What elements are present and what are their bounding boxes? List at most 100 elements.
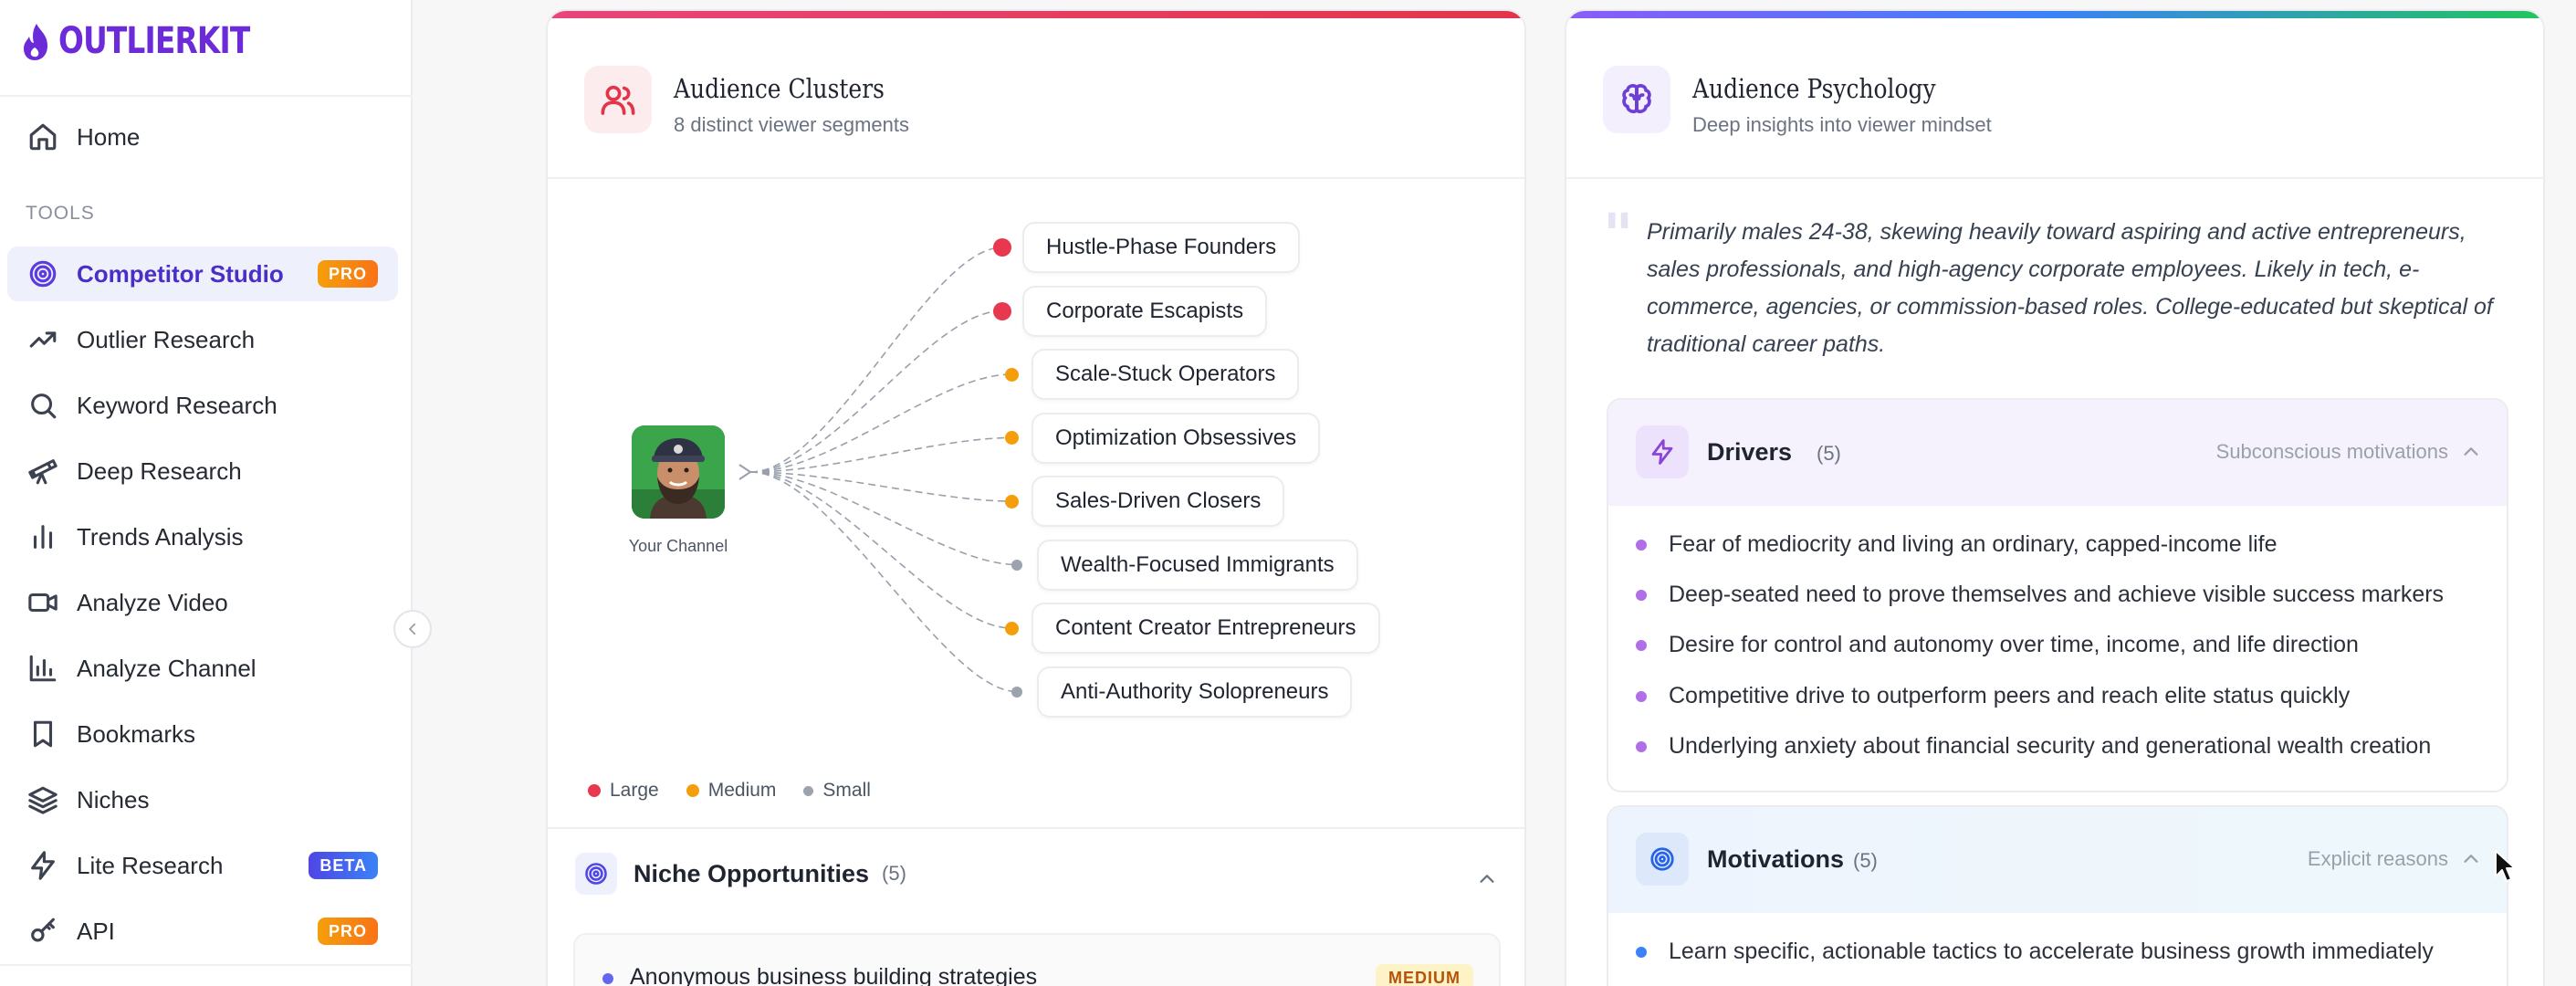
connector-line bbox=[749, 471, 1018, 693]
target-icon bbox=[1636, 833, 1689, 886]
segment-size-dot bbox=[993, 238, 1011, 257]
section-divider bbox=[548, 827, 1524, 829]
niche-opportunities-title: Niche Opportunities bbox=[634, 859, 870, 887]
connector-line bbox=[749, 471, 1012, 502]
logo[interactable]: OUTLIERKIT bbox=[20, 20, 291, 62]
sidebar-item-label: Analyze Channel bbox=[77, 654, 257, 682]
driver-item: Deep-seated need to prove themselves and… bbox=[1636, 582, 2444, 608]
sidebar-item-competitor-studio[interactable]: Competitor Studio PRO bbox=[7, 246, 398, 301]
connector-line bbox=[749, 471, 1012, 629]
segment-size-dot bbox=[1004, 431, 1019, 445]
legend-small: Small bbox=[803, 780, 871, 802]
sidebar-item-label: Competitor Studio bbox=[77, 259, 284, 288]
segment-pill[interactable]: Corporate Escapists bbox=[1022, 285, 1268, 337]
sidebar-item-home[interactable]: Home bbox=[7, 110, 398, 164]
segment-pill[interactable]: Content Creator Entrepreneurs bbox=[1031, 603, 1380, 654]
audience-clusters-card: Audience Clusters 8 distinct viewer segm… bbox=[546, 9, 1526, 986]
card-title: Audience Psychology bbox=[1692, 73, 1936, 104]
sidebar-item-label: Analyze Video bbox=[77, 588, 228, 616]
segment-size-dot bbox=[1004, 494, 1019, 509]
sidebar-item-label: Bookmarks bbox=[77, 719, 196, 748]
bar-chart-icon bbox=[27, 521, 58, 552]
sidebar-item-label: Deep Research bbox=[77, 456, 242, 485]
sidebar-item-trends-analysis[interactable]: Trends Analysis bbox=[7, 509, 398, 564]
channel-chart-icon bbox=[27, 653, 58, 684]
beta-badge: BETA bbox=[309, 852, 378, 879]
home-icon bbox=[27, 121, 58, 152]
pro-badge: PRO bbox=[317, 918, 378, 945]
sidebar-item-label: Home bbox=[77, 122, 141, 151]
sidebar-item-label: Outlier Research bbox=[77, 325, 256, 353]
motivations-section: Motivations (5) Explicit reasons Learn s… bbox=[1607, 805, 2508, 986]
zap-icon bbox=[1636, 425, 1689, 478]
sidebar-item-lite-research[interactable]: Lite Research BETA bbox=[7, 838, 398, 893]
sidebar-item-label: Keyword Research bbox=[77, 391, 277, 419]
segment-size-dot bbox=[1004, 621, 1019, 635]
driver-item-text: Underlying anxiety about financial secur… bbox=[1669, 733, 2432, 759]
drivers-hint: Subconscious motivations bbox=[2215, 440, 2448, 463]
pro-badge: PRO bbox=[317, 260, 378, 288]
size-legend: Large Medium Small bbox=[588, 780, 871, 802]
connector-line bbox=[749, 246, 1003, 473]
video-icon bbox=[27, 587, 58, 618]
sidebar-item-deep-research[interactable]: Deep Research bbox=[7, 444, 398, 498]
sidebar-item-bookmarks[interactable]: Bookmarks bbox=[7, 707, 398, 761]
segment-pill[interactable]: Wealth-Focused Immigrants bbox=[1037, 539, 1358, 591]
legend-medium: Medium bbox=[686, 780, 777, 802]
search-icon bbox=[27, 390, 58, 421]
target-icon bbox=[27, 258, 58, 289]
segment-pill[interactable]: Sales-Driven Closers bbox=[1031, 476, 1285, 527]
segment-pill[interactable]: Hustle-Phase Founders bbox=[1022, 222, 1301, 273]
segment-size-dot bbox=[1004, 367, 1019, 382]
legend-medium-label: Medium bbox=[707, 780, 777, 801]
card-subtitle: Deep insights into viewer mindset bbox=[1692, 113, 1992, 136]
sidebar-footer-divider bbox=[0, 964, 413, 966]
niche-opportunities-toggle[interactable]: Niche Opportunities (5) bbox=[575, 853, 906, 895]
niche-opportunities-count: (5) bbox=[882, 862, 906, 885]
layers-icon bbox=[27, 784, 58, 815]
sidebar-item-label: API bbox=[77, 917, 115, 945]
segment-pill[interactable]: Optimization Obsessives bbox=[1031, 412, 1321, 464]
driver-item-text: Fear of mediocrity and living an ordinar… bbox=[1669, 531, 2278, 557]
motivations-hint: Explicit reasons bbox=[2307, 847, 2448, 870]
channel-avatar[interactable] bbox=[632, 425, 725, 519]
key-icon bbox=[27, 916, 58, 947]
bullet-dot bbox=[1636, 946, 1647, 958]
segment-size-dot bbox=[1011, 686, 1022, 698]
segment-pill[interactable]: Anti-Authority Solopreneurs bbox=[1037, 666, 1353, 718]
niche-level-badge: MEDIUM bbox=[1376, 964, 1473, 986]
sidebar-item-analyze-video[interactable]: Analyze Video bbox=[7, 575, 398, 630]
driver-item-text: Deep-seated need to prove themselves and… bbox=[1669, 582, 2445, 607]
legend-medium-dot bbox=[686, 784, 699, 797]
sidebar-item-outlier-research[interactable]: Outlier Research bbox=[7, 312, 398, 367]
chevron-up-icon[interactable] bbox=[1477, 869, 1497, 889]
target-icon bbox=[575, 853, 617, 895]
sidebar-item-keyword-research[interactable]: Keyword Research bbox=[7, 378, 398, 433]
collapse-sidebar-button[interactable] bbox=[393, 610, 432, 648]
trending-up-icon bbox=[27, 324, 58, 355]
niche-item-label: Anonymous business building strategies bbox=[630, 964, 1038, 986]
sidebar-item-analyze-channel[interactable]: Analyze Channel bbox=[7, 641, 398, 696]
legend-large-dot bbox=[588, 784, 601, 797]
bullet-dot bbox=[1636, 740, 1647, 752]
motivations-header-toggle[interactable]: Motivations (5) Explicit reasons bbox=[1608, 807, 2507, 913]
brain-icon bbox=[1603, 66, 1670, 133]
sidebar-item-label: Trends Analysis bbox=[77, 522, 244, 551]
driver-item: Underlying anxiety about financial secur… bbox=[1636, 733, 2431, 760]
your-channel-label: Your Channel bbox=[628, 537, 728, 555]
legend-large-label: Large bbox=[610, 780, 659, 801]
legend-large: Large bbox=[588, 780, 659, 802]
audience-summary-quote: Primarily males 24-38, skewing heavily t… bbox=[1647, 219, 2493, 357]
drivers-header-toggle[interactable]: Drivers (5) Subconscious motivations bbox=[1608, 400, 2507, 506]
sidebar-item-niches[interactable]: Niches bbox=[7, 772, 398, 827]
zap-icon bbox=[27, 850, 58, 881]
sidebar-item-label: Niches bbox=[77, 785, 150, 813]
quote-mark-icon: " bbox=[1603, 201, 1634, 269]
connector-line bbox=[749, 436, 1012, 473]
niche-item[interactable]: Anonymous business building strategies M… bbox=[573, 933, 1501, 986]
sidebar-divider bbox=[0, 95, 413, 97]
audience-psychology-card: Audience Psychology Deep insights into v… bbox=[1565, 9, 2545, 986]
sidebar-item-api[interactable]: API PRO bbox=[7, 904, 398, 959]
segment-pill[interactable]: Scale-Stuck Operators bbox=[1031, 349, 1300, 400]
driver-item: Desire for control and autonomy over tim… bbox=[1636, 632, 2359, 658]
